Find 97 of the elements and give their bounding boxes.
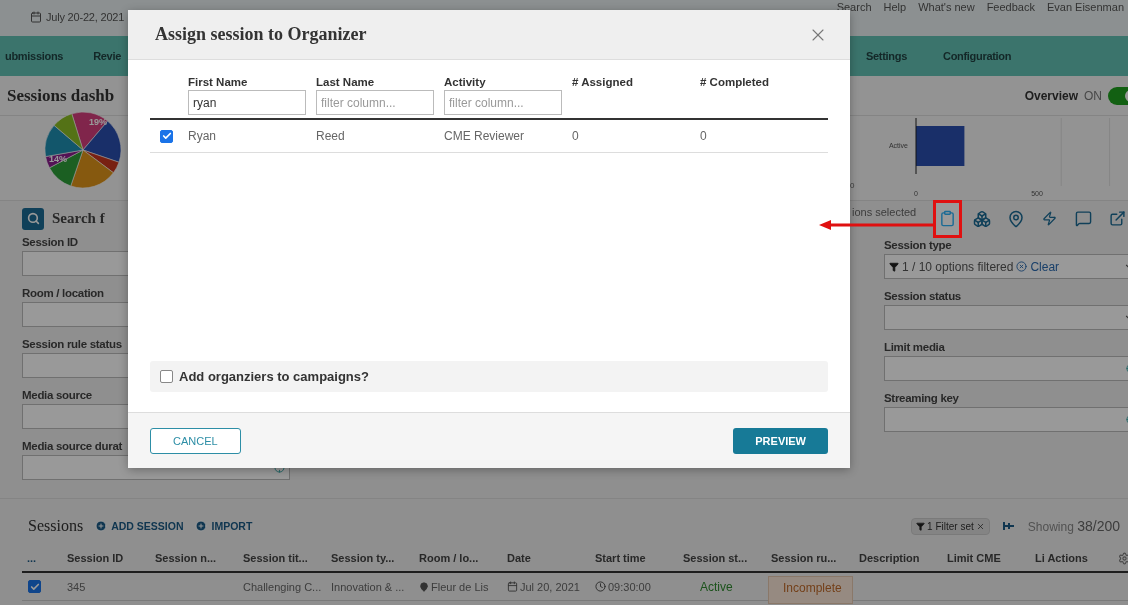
clock-icon — [595, 581, 606, 592]
column-header[interactable]: ... — [22, 552, 62, 564]
search-button[interactable] — [22, 207, 44, 230]
speech-bubble-icon[interactable] — [1073, 208, 1094, 229]
result-count: Showing 38/200 — [1027, 518, 1120, 534]
table-cell-text: Innovation & ... — [330, 580, 406, 593]
select-field[interactable] — [884, 305, 1128, 330]
table-cell-text: 0 — [699, 129, 708, 143]
column-header[interactable]: Session ru... — [766, 552, 854, 564]
column-header: Activity — [444, 76, 487, 88]
filter-input[interactable]: ryan — [188, 90, 306, 115]
field-label: Session ID — [22, 236, 78, 248]
header-link[interactable]: What's new — [918, 1, 975, 13]
table-cell-text: Ryan — [187, 129, 217, 143]
clipboard-icon[interactable] — [933, 199, 962, 238]
table-cell: 09:30:00 — [608, 580, 651, 593]
column-header[interactable]: Room / lo... — [414, 552, 502, 564]
filter-icon — [916, 521, 926, 531]
section-title: Sessions — [28, 517, 84, 535]
event-date: July 20-22, 2021 — [46, 11, 125, 23]
selection-text: ions selected — [852, 205, 918, 218]
map-pin-icon — [419, 581, 429, 592]
column-header: # Assigned — [572, 76, 634, 88]
pie-label: 14% — [49, 154, 67, 164]
status-text: Active — [699, 579, 734, 594]
axis-line — [915, 117, 917, 175]
pin-icon — [1001, 521, 1016, 531]
field-label: Streaming key — [884, 392, 959, 404]
dialog-title: Assign session to Organizer — [155, 24, 367, 45]
action-link[interactable]: ADD SESSION — [111, 520, 184, 532]
column-header: # Completed — [700, 76, 770, 88]
bar — [916, 126, 965, 166]
status-badge: Incomplete — [768, 575, 853, 604]
filter-input[interactable]: filter column... — [444, 90, 562, 115]
column-header[interactable]: Limit CME — [942, 552, 1030, 564]
pie-label: 19% — [89, 117, 107, 127]
page-title: Sessions dashb — [7, 85, 115, 106]
column-header[interactable]: Li Actions — [1030, 552, 1118, 564]
field-label: Session status — [884, 290, 961, 302]
column-header: First Name — [188, 76, 249, 88]
field-label: Session type — [884, 239, 952, 251]
nav-item[interactable]: Configuration — [943, 50, 1012, 62]
tick-label: 0 — [850, 181, 855, 190]
header-link[interactable]: Evan Eisenman — [1046, 1, 1124, 13]
calendar-icon — [30, 11, 42, 23]
table-cell-text: 0 — [571, 129, 580, 143]
input-field[interactable] — [884, 356, 1128, 381]
clear-icon[interactable] — [1016, 261, 1028, 272]
filter-icon — [889, 261, 899, 272]
column-header[interactable]: Session n... — [150, 552, 238, 564]
select-field[interactable]: 1 / 10 options filtered Clear — [884, 254, 1128, 279]
plus-icon — [95, 520, 108, 532]
column-header: Last Name — [316, 76, 376, 88]
filter-summary: 1 / 10 options filtered — [902, 259, 1014, 274]
boxes-icon[interactable] — [971, 208, 992, 229]
field-label: Media source durat — [22, 440, 123, 452]
cancel-button[interactable]: CANCEL — [150, 427, 241, 454]
preview-button[interactable]: PREVIEW — [733, 427, 828, 454]
header-link[interactable]: Feedback — [986, 1, 1035, 13]
header-link[interactable]: Help — [883, 1, 907, 13]
table-cell-text: 345 — [66, 580, 87, 593]
search-icon — [26, 212, 40, 225]
table-cell-text: Reed — [315, 129, 346, 143]
column-header[interactable]: Session st... — [678, 552, 766, 564]
column-header[interactable]: Start time — [590, 552, 678, 564]
nav-item[interactable]: Settings — [866, 50, 907, 62]
column-header[interactable]: Session tit... — [238, 552, 326, 564]
table-cell: Jul 20, 2021 — [520, 580, 580, 593]
row-checkbox[interactable] — [160, 129, 173, 143]
nav-item[interactable]: ubmissions — [5, 50, 64, 62]
column-header[interactable]: Description — [854, 552, 942, 564]
input-field[interactable] — [884, 407, 1128, 432]
section-title: Search f — [52, 210, 105, 227]
table-cell-text: CME Reviewer — [443, 129, 525, 143]
checkbox-label: Add organziers to campaigns? — [179, 369, 369, 384]
action-link[interactable]: IMPORT — [211, 520, 253, 532]
field-label: Limit media — [884, 341, 945, 353]
settings-icon[interactable] — [1118, 551, 1128, 565]
close-icon[interactable] — [975, 521, 985, 531]
table-cell-text: Challenging C... — [242, 580, 323, 593]
external-link-icon[interactable] — [1107, 208, 1128, 229]
overview-label: Overview — [1024, 88, 1078, 103]
plus-icon — [195, 520, 208, 532]
calendar-icon — [507, 581, 518, 592]
field-label: Media source — [22, 389, 92, 401]
column-header[interactable]: Date — [502, 552, 590, 564]
clear-link[interactable]: Clear — [1030, 259, 1060, 274]
field-label: Session rule status — [22, 338, 122, 350]
checkbox[interactable] — [160, 370, 173, 383]
table-cell: Fleur de Lis — [431, 580, 489, 593]
toggle-state: ON — [1084, 88, 1102, 103]
column-header[interactable]: Session ty... — [326, 552, 414, 564]
row-checkbox[interactable] — [28, 580, 41, 593]
field-label: Room / location — [22, 287, 104, 299]
nav-item[interactable]: Revie — [93, 50, 121, 62]
column-header[interactable]: Session ID — [62, 552, 150, 564]
filter-input[interactable]: filter column... — [316, 90, 434, 115]
